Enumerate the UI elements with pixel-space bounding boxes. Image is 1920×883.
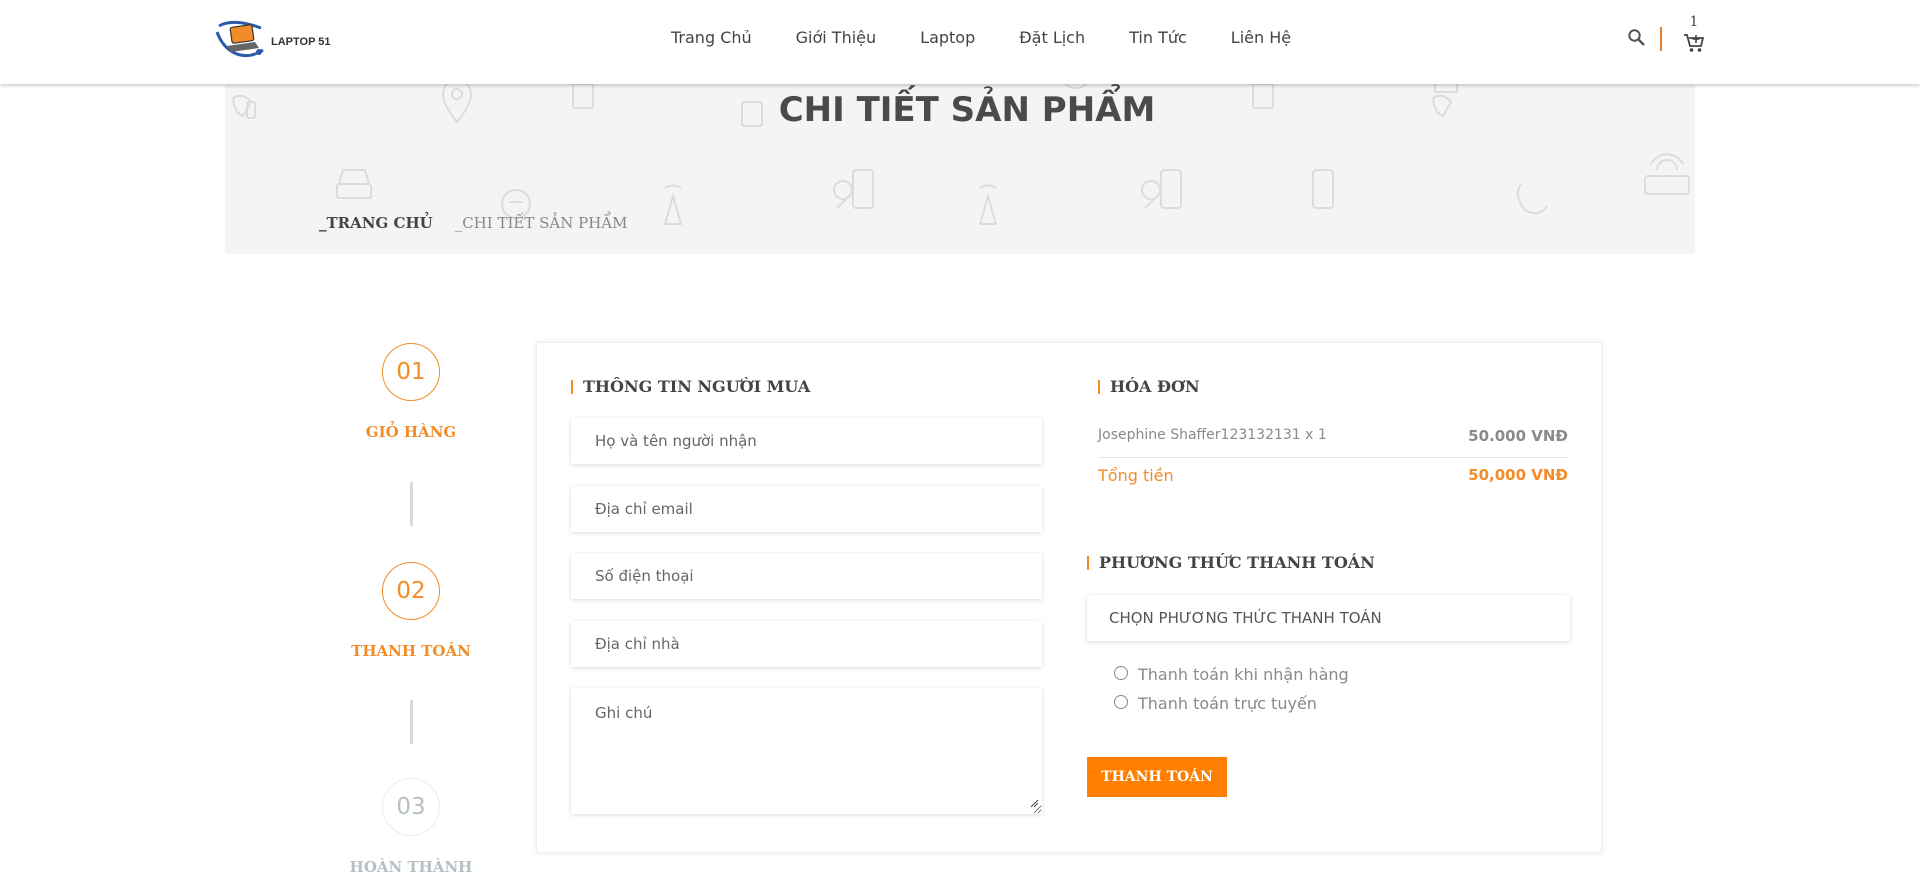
- laptop-logo-icon: [215, 18, 265, 60]
- payment-option-label: Thanh toán khi nhận hàng: [1138, 665, 1349, 684]
- checkout-pay-button[interactable]: THANH TOÁN: [1087, 757, 1227, 797]
- header-divider: [1660, 27, 1662, 51]
- payment-option-label: Thanh toán trực tuyến: [1138, 694, 1317, 713]
- resize-handle-icon[interactable]: [1029, 795, 1039, 808]
- cart-count: 1: [1689, 14, 1699, 30]
- payment-method-select[interactable]: CHỌN PHƯƠNG THỨC THANH TOÁN: [1087, 595, 1570, 641]
- page-title: CHI TIẾT SẢN PHẨM: [778, 90, 1156, 130]
- invoice-total-label: Tổng tiền: [1098, 466, 1174, 485]
- invoice-divider: [1098, 457, 1568, 458]
- nav-laptop[interactable]: Laptop: [920, 28, 975, 47]
- breadcrumb: _TRANG CHỦ _CHI TIẾT SẢN PHẨM: [319, 214, 627, 232]
- radio-cod[interactable]: [1114, 665, 1128, 680]
- address-input[interactable]: [571, 621, 1042, 667]
- step-number: 02: [382, 562, 440, 620]
- nav-trang-chu[interactable]: Trang Chủ: [671, 28, 752, 47]
- step-label: HOÀN THÀNH: [349, 858, 473, 876]
- step-connector: [410, 482, 413, 526]
- invoice-item-name: Josephine Shaffer123132131 x 1: [1098, 427, 1327, 443]
- search-icon[interactable]: [1627, 28, 1647, 48]
- nav-lien-he[interactable]: Liên Hệ: [1231, 28, 1291, 47]
- payment-option-cod[interactable]: Thanh toán khi nhận hàng: [1114, 665, 1349, 684]
- page-banner: CHI TIẾT SẢN PHẨM _TRANG CHỦ _CHI TIẾT S…: [225, 84, 1695, 254]
- invoice-item-price: 50.000 VNĐ: [1468, 427, 1568, 445]
- logo[interactable]: LAPTOP 51: [215, 18, 331, 60]
- buyer-info-title: THÔNG TIN NGƯỜI MUA: [571, 377, 810, 396]
- step-number: 03: [382, 778, 440, 836]
- invoice-total-row: Tổng tiền 50,000 VNĐ: [1098, 466, 1568, 485]
- invoice-item-row: Josephine Shaffer123132131 x 1 50.000 VN…: [1098, 427, 1568, 445]
- step-thanh-toan[interactable]: 02 THANH TOÁN: [346, 562, 476, 660]
- phone-input[interactable]: [571, 553, 1042, 599]
- step-connector: [410, 700, 413, 744]
- cart-icon: [1683, 32, 1705, 59]
- invoice-title: HÓA ĐƠN: [1098, 377, 1200, 396]
- checkout-card: THÔNG TIN NGƯỜI MUA HÓA ĐƠN Josephine Sh…: [536, 342, 1602, 853]
- invoice-total-value: 50,000 VNĐ: [1468, 466, 1568, 484]
- email-input[interactable]: [571, 486, 1042, 532]
- site-header: LAPTOP 51 Trang Chủ Giới Thiệu Laptop Đặ…: [0, 0, 1920, 84]
- step-gio-hang[interactable]: 01 GIỎ HÀNG: [346, 343, 476, 441]
- nav-dat-lich[interactable]: Đặt Lịch: [1019, 28, 1085, 47]
- note-textarea[interactable]: [571, 688, 1042, 814]
- step-number: 01: [382, 343, 440, 401]
- recipient-name-input[interactable]: [571, 418, 1042, 464]
- logo-text: LAPTOP 51: [271, 36, 331, 48]
- main-nav: Trang Chủ Giới Thiệu Laptop Đặt Lịch Tin…: [671, 28, 1291, 47]
- payment-option-online[interactable]: Thanh toán trực tuyến: [1114, 694, 1317, 713]
- step-hoan-thanh: 03 HOÀN THÀNH: [346, 778, 476, 876]
- nav-gioi-thieu[interactable]: Giới Thiệu: [796, 28, 877, 47]
- nav-tin-tuc[interactable]: Tin Tức: [1129, 28, 1187, 47]
- breadcrumb-current: _CHI TIẾT SẢN PHẨM: [454, 214, 628, 232]
- cart-button[interactable]: 1: [1681, 14, 1707, 58]
- step-label: GIỎ HÀNG: [365, 423, 457, 441]
- radio-online[interactable]: [1114, 694, 1128, 709]
- step-label: THANH TOÁN: [351, 642, 471, 660]
- payment-method-title: PHƯƠNG THỨC THANH TOÁN: [1087, 553, 1375, 572]
- breadcrumb-home[interactable]: _TRANG CHỦ: [319, 214, 433, 232]
